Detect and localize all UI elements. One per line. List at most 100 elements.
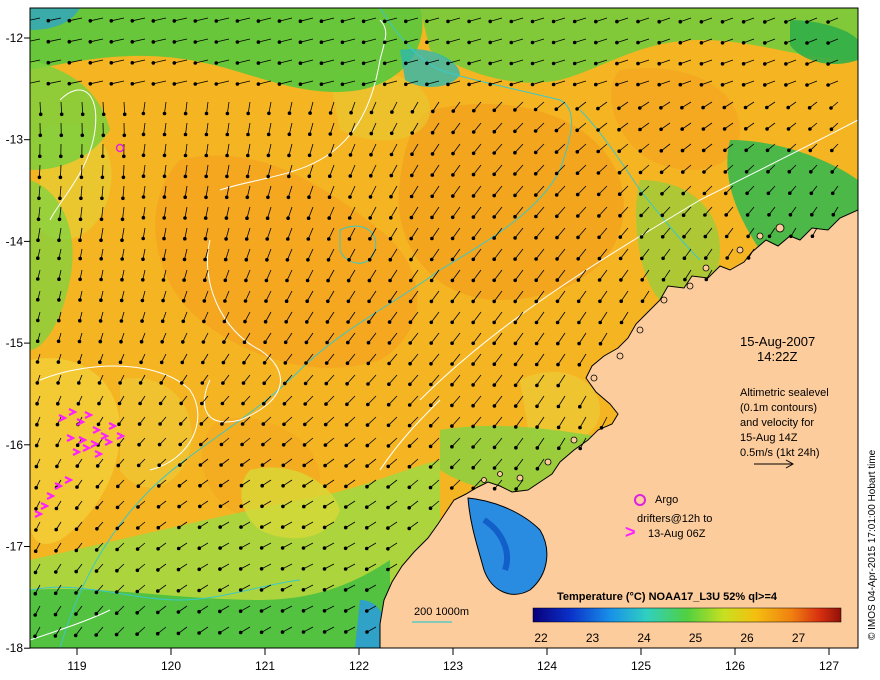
velocity-vector-head	[681, 170, 685, 174]
velocity-vector-head	[101, 112, 106, 117]
velocity-vector-head	[382, 19, 387, 24]
velocity-vector-head	[183, 236, 187, 241]
velocity-vector-head	[259, 546, 264, 550]
velocity-vector-head	[100, 196, 104, 201]
velocity-vector-head	[242, 340, 247, 345]
velocity-vector-head	[225, 111, 230, 116]
velocity-vector-head	[533, 172, 538, 176]
velocity-vector-head	[572, 82, 577, 87]
velocity-vector-head	[367, 278, 372, 283]
velocity-vector-head	[98, 360, 102, 365]
velocity-vector-head	[199, 442, 203, 447]
velocity-vector-head	[471, 130, 476, 134]
velocity-vector-head	[246, 153, 250, 158]
velocity-vector-head	[239, 546, 243, 550]
velocity-vector-head	[368, 216, 373, 220]
y-tick-label: -12	[6, 31, 24, 45]
velocity-vector-head	[198, 504, 202, 509]
velocity-vector-head	[344, 464, 348, 468]
velocity-vector-head	[741, 20, 746, 24]
velocity-vector-head	[492, 445, 497, 450]
velocity-vector-head	[259, 609, 264, 613]
velocity-vector-head	[322, 525, 327, 530]
velocity-vector-head	[678, 40, 683, 45]
velocity-vector-head	[218, 588, 222, 592]
velocity-vector-head	[138, 401, 142, 406]
velocity-vector-head	[513, 320, 518, 325]
velocity-vector-head	[661, 277, 666, 282]
velocity-vector-head	[303, 402, 308, 406]
velocity-vector-head	[177, 504, 181, 509]
velocity-vector-head	[369, 174, 373, 178]
velocity-vector-head	[488, 61, 493, 66]
velocity-vector-head	[182, 278, 186, 282]
velocity-vector-head	[74, 591, 78, 595]
velocity-vector-head	[680, 105, 684, 110]
velocity-vector-head	[203, 216, 208, 220]
velocity-vector-head	[161, 298, 165, 303]
velocity-vector-head	[829, 127, 834, 131]
velocity-vector-head	[98, 319, 103, 323]
velocity-vector-head	[451, 130, 455, 135]
velocity-vector-head	[471, 341, 476, 346]
velocity-vector-head	[492, 257, 497, 262]
velocity-vector-head	[533, 129, 538, 133]
velocity-vector-head	[386, 464, 391, 469]
velocity-vector-head	[638, 106, 642, 110]
velocity-vector-head	[56, 360, 61, 364]
velocity-vector-head	[221, 381, 225, 385]
velocity-vector-head	[471, 424, 475, 429]
velocity-vector-head	[660, 213, 665, 218]
velocity-vector-head	[830, 191, 835, 196]
velocity-vector-head	[514, 487, 518, 491]
velocity-vector-head	[389, 173, 394, 178]
velocity-vector-head	[386, 444, 391, 448]
velocity-vector-head	[204, 132, 209, 137]
velocity-vector-head	[367, 257, 372, 262]
velocity-vector-head	[328, 174, 332, 178]
credit-label: © IMOS 04-Apr-2015 17:01:00 Hobart time	[867, 449, 878, 640]
velocity-vector-head	[680, 148, 685, 153]
velocity-vector-head	[305, 320, 309, 324]
velocity-vector-head	[277, 61, 282, 65]
velocity-vector-head	[57, 217, 62, 222]
velocity-vector-head	[74, 527, 79, 531]
velocity-vector-head	[808, 127, 812, 131]
velocity-vector-head	[80, 112, 85, 117]
velocity-vector-head	[723, 170, 728, 174]
velocity-vector-head	[256, 40, 261, 44]
velocity-vector-head	[303, 381, 308, 386]
velocity-vector-head	[34, 528, 38, 532]
velocity-vector-head	[114, 611, 119, 615]
velocity-vector-head	[109, 19, 114, 23]
velocity-vector-head	[471, 278, 476, 283]
velocity-vector-head	[428, 444, 433, 449]
velocity-vector-head	[386, 485, 390, 489]
velocity-vector-head	[266, 132, 271, 137]
velocity-vector-head	[386, 505, 390, 510]
velocity-vector-head	[204, 153, 209, 158]
velocity-vector-head	[327, 216, 332, 220]
velocity-vector-head	[450, 215, 455, 220]
velocity-vector-head	[319, 82, 324, 86]
velocity-vector-head	[471, 194, 476, 198]
velocity-vector-head	[744, 127, 748, 131]
velocity-vector-head	[80, 133, 85, 138]
velocity-vector-head	[58, 175, 63, 180]
velocity-vector-head	[681, 213, 686, 217]
velocity-vector-head	[471, 486, 476, 491]
velocity-vector-head	[382, 40, 387, 45]
velocity-vector-head	[492, 341, 497, 346]
velocity-vector-head	[26, 40, 30, 44]
velocity-vector-head	[156, 525, 161, 530]
velocity-vector-head	[386, 567, 390, 572]
velocity-vector-head	[390, 110, 394, 114]
velocity-vector-head	[26, 61, 30, 65]
velocity-vector-head	[178, 463, 182, 467]
velocity-vector-head	[514, 466, 518, 471]
velocity-vector-head	[245, 195, 250, 200]
velocity-vector-head	[807, 106, 812, 110]
velocity-vector-head	[386, 526, 390, 530]
velocity-vector-head	[767, 213, 771, 217]
velocity-vector-head	[404, 19, 408, 24]
